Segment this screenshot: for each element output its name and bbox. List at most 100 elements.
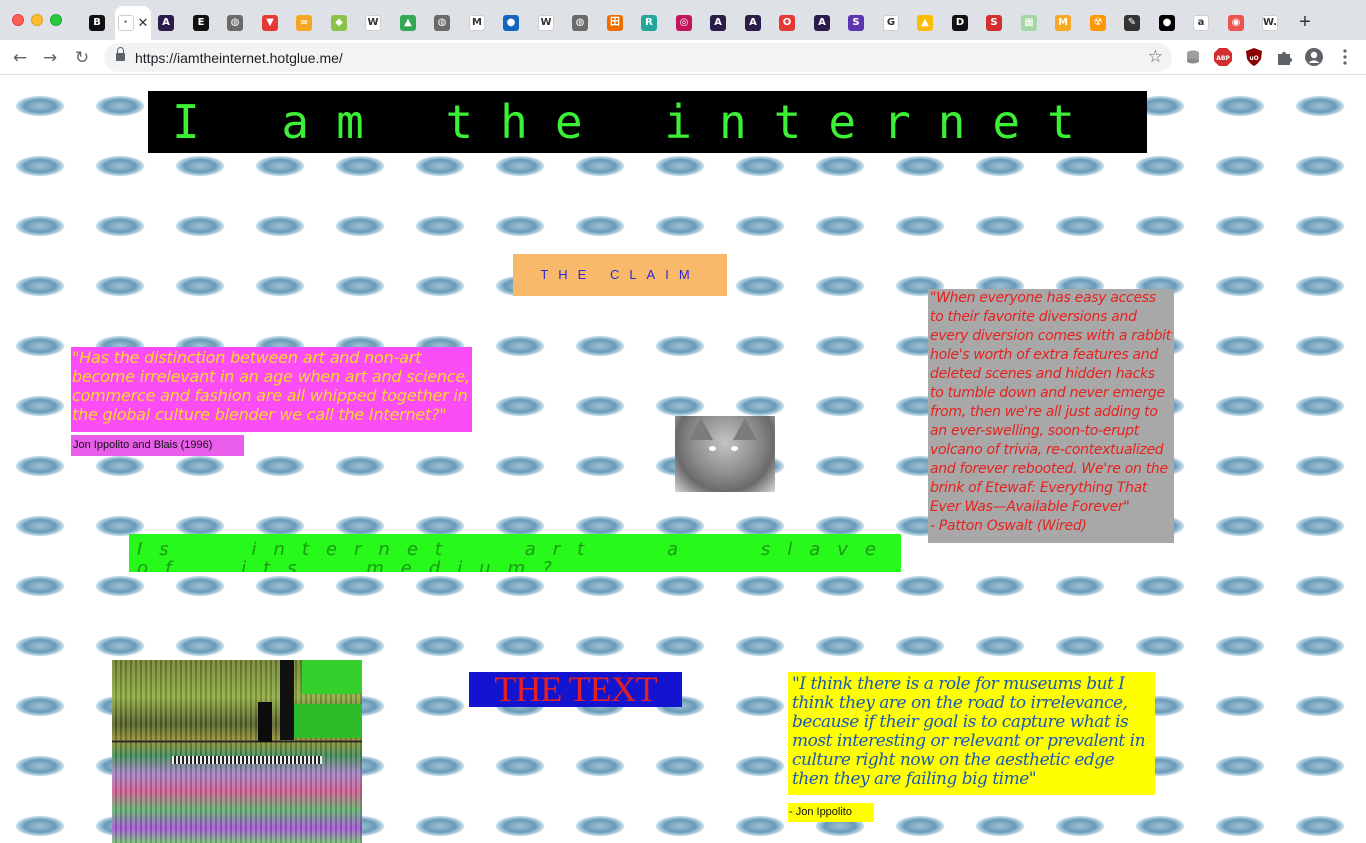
w-icon: W. (1262, 15, 1278, 31)
wikipedia-icon: W (365, 15, 381, 31)
link-icon: ∞ (296, 15, 312, 31)
planet-icon: ● (503, 15, 519, 31)
page-title: I am the internet (148, 91, 1147, 153)
quote-museums-attribution: - Jon Ippolito (788, 803, 874, 822)
browser-tab[interactable]: A (701, 8, 735, 38)
browser-tab[interactable]: ▼ (253, 8, 287, 38)
browser-tab[interactable]: M (1046, 8, 1080, 38)
web-page: I am the internet THE CLAIM "Has the dis… (0, 76, 1366, 843)
browser-tab[interactable]: · ✕ (115, 6, 151, 40)
m-icon: M (1055, 15, 1071, 31)
reload-icon: ↻ (74, 48, 90, 68)
back-button[interactable]: ← (8, 46, 32, 70)
quote-etewaf: "When everyone has easy access to their … (928, 289, 1174, 543)
globe-icon: ◍ (572, 15, 588, 31)
bookmark-star-icon[interactable]: ☆ (1148, 47, 1163, 67)
a-icon: A (710, 15, 726, 31)
browser-tab[interactable]: 田 (598, 8, 632, 38)
browser-tab[interactable]: ◉ (1219, 8, 1253, 38)
r-icon: R (641, 15, 657, 31)
tag-icon: ◆ (331, 15, 347, 31)
reload-button[interactable]: ↻ (70, 46, 94, 70)
lock-icon (116, 47, 125, 62)
arrow-left-icon: ← (12, 48, 28, 68)
opera-icon: O (779, 15, 795, 31)
ublock-origin-icon[interactable]: uO (1245, 48, 1263, 66)
svg-text:uO: uO (1249, 55, 1258, 62)
quote-etewaf-attribution: - Patton Oswalt (Wired) (930, 518, 1087, 534)
browser-tab[interactable]: ▲ (391, 8, 425, 38)
browser-tab[interactable]: ◍ (425, 8, 459, 38)
claim-heading: THE CLAIM (513, 254, 727, 296)
browser-tab[interactable]: A (736, 8, 770, 38)
sphere-icon: ● (1159, 15, 1175, 31)
amazon-icon: a (1193, 15, 1209, 31)
browser-tab[interactable]: ● (1150, 8, 1184, 38)
forward-button[interactable]: → (38, 46, 62, 70)
browser-tab[interactable]: ◍ (218, 8, 252, 38)
bookmark-icon: ▼ (262, 15, 278, 31)
browser-tab[interactable]: R (632, 8, 666, 38)
sheet-icon: ▦ (1021, 15, 1037, 31)
browser-tab[interactable]: ◍ (563, 8, 597, 38)
b-icon: B (89, 15, 105, 31)
quote-art-nonart-attribution: Jon Ippolito and Blais (1996) (71, 435, 244, 456)
url-text[interactable]: https://iamtheinternet.hotglue.me/ (135, 50, 343, 66)
globe-icon: ◍ (227, 15, 243, 31)
target-icon: ◉ (1228, 15, 1244, 31)
globe-icon: ◍ (434, 15, 450, 31)
browser-tab[interactable]: A (149, 8, 183, 38)
drive-icon: ▲ (917, 15, 933, 31)
browser-tab[interactable]: ● (494, 8, 528, 38)
browser-tab[interactable]: ◆ (322, 8, 356, 38)
browser-tab[interactable]: a (1184, 8, 1218, 38)
browser-tab[interactable]: D (943, 8, 977, 38)
instagram-icon: ◎ (676, 15, 692, 31)
glitch-image (112, 660, 362, 843)
browser-tab[interactable]: W. (1253, 8, 1287, 38)
browser-tab[interactable]: S (839, 8, 873, 38)
browser-tab[interactable]: ☢ (1081, 8, 1115, 38)
browser-tab[interactable]: M (460, 8, 494, 38)
browser-tab[interactable]: ∞ (287, 8, 321, 38)
minimize-window-button[interactable] (31, 14, 43, 26)
profile-avatar-icon[interactable] (1305, 48, 1323, 66)
browser-toolbar: ← → ↻ https://iamtheinternet.hotglue.me/… (0, 40, 1366, 75)
quote-etewaf-text: "When everyone has easy access to their … (930, 290, 1171, 515)
a-icon: A (745, 15, 761, 31)
grid-icon: 田 (607, 15, 623, 31)
new-tab-button[interactable]: + (1295, 12, 1315, 32)
browser-tab[interactable]: B (80, 8, 114, 38)
svg-text:ABP: ABP (1216, 55, 1230, 62)
browser-tab[interactable]: ✎ (1115, 8, 1149, 38)
browser-tab[interactable]: O (770, 8, 804, 38)
tab-strip: B · ✕ A E ◍ ▼ ∞ ◆ W ▲ ◍ M ● W ◍ 田 R ◎ A A O A S G ▲ D S ▦ M ☢ ✎ ● a ◉ W. + (0, 0, 1366, 40)
close-tab-icon[interactable]: ✕ (138, 15, 149, 31)
question-banner: Is internet art a slave of its medium? (129, 534, 901, 572)
e-icon: E (193, 15, 209, 31)
wikipedia-icon: W (538, 15, 554, 31)
browser-tab[interactable]: W (529, 8, 563, 38)
kitten-image (675, 416, 775, 492)
browser-tab[interactable]: ◎ (667, 8, 701, 38)
extensions-puzzle-icon[interactable] (1275, 48, 1293, 66)
page-icon: · (117, 15, 134, 31)
browser-tab[interactable]: W (356, 8, 390, 38)
radiation-icon: ☢ (1090, 15, 1106, 31)
browser-menu-icon[interactable] (1336, 48, 1354, 66)
browser-tab[interactable]: S (977, 8, 1011, 38)
d-icon: D (952, 15, 968, 31)
text-heading: THE TEXT (469, 671, 682, 707)
browser-tab[interactable]: ▦ (1012, 8, 1046, 38)
adblock-plus-icon[interactable]: ABP (1214, 48, 1232, 66)
browser-tab[interactable]: G (874, 8, 908, 38)
browser-tab[interactable]: A (805, 8, 839, 38)
browser-tab[interactable]: ▲ (908, 8, 942, 38)
browser-tab[interactable]: E (184, 8, 218, 38)
s-icon: S (986, 15, 1002, 31)
close-window-button[interactable] (12, 14, 24, 26)
pen-icon: ✎ (1124, 15, 1140, 31)
address-bar[interactable]: https://iamtheinternet.hotglue.me/ ☆ (104, 43, 1172, 72)
extension-db-icon[interactable] (1184, 48, 1202, 66)
zoom-window-button[interactable] (50, 14, 62, 26)
